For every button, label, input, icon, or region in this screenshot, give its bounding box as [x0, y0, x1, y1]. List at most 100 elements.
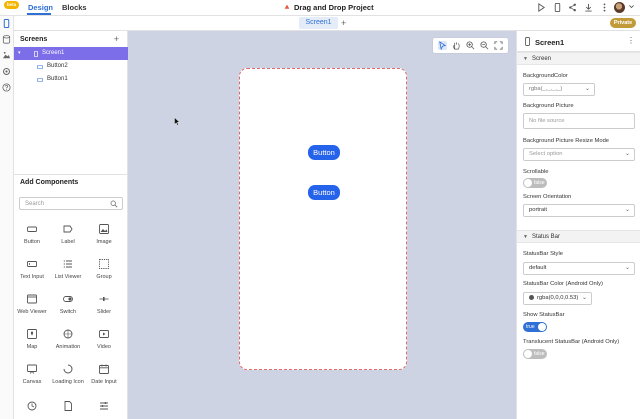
- file-icon: [64, 401, 72, 411]
- button-component-icon: [37, 77, 43, 82]
- color-swatch: [529, 294, 534, 300]
- scrollable-toggle[interactable]: false: [523, 178, 547, 188]
- more-vertical-icon[interactable]: [600, 3, 609, 12]
- component-web-viewer[interactable]: Web Viewer: [14, 294, 50, 316]
- component-map[interactable]: Map: [14, 329, 50, 351]
- app-button-button1[interactable]: Button: [308, 185, 340, 200]
- add-screen-plus-button[interactable]: +: [114, 34, 119, 44]
- chevron-down-icon: ⌄: [624, 265, 630, 271]
- background-color-picker[interactable]: rgba(_,_,_,_) ⌄: [523, 83, 595, 96]
- tab-design-underline: [27, 13, 51, 15]
- resize-mode-select[interactable]: Select option ⌄: [523, 148, 635, 161]
- help-icon[interactable]: [2, 83, 11, 92]
- background-picture-input[interactable]: No file source: [523, 113, 635, 129]
- media-icon[interactable]: [2, 51, 11, 60]
- component-search-input[interactable]: Search: [19, 197, 123, 210]
- component-video[interactable]: Video: [86, 329, 122, 351]
- tree-item-screen1[interactable]: ▾ Screen1: [14, 47, 128, 60]
- private-button[interactable]: Private: [610, 18, 636, 28]
- properties-title: Screen1: [535, 38, 565, 47]
- component-loading-icon[interactable]: Loading Icon: [50, 364, 86, 386]
- search-icon: [110, 200, 118, 208]
- button-icon: [27, 226, 37, 232]
- map-icon: [27, 329, 37, 339]
- component-slider[interactable]: Slider: [86, 294, 122, 316]
- share-icon[interactable]: [568, 3, 577, 12]
- slider-icon: [99, 297, 109, 301]
- select-tool-icon[interactable]: [438, 41, 447, 51]
- translucent-statusbar-toggle[interactable]: false: [523, 349, 547, 359]
- zoom-in-icon[interactable]: [466, 41, 475, 50]
- project-logo-icon: [284, 4, 290, 9]
- scrollable-label: Scrollable: [523, 169, 549, 175]
- statusbar-style-value: default: [529, 265, 547, 271]
- component-text-input[interactable]: Text Input: [14, 259, 50, 281]
- app-button-button2[interactable]: Button: [308, 145, 340, 160]
- download-icon[interactable]: [584, 3, 593, 12]
- component-date-input[interactable]: Date Input: [86, 364, 122, 386]
- statusbar-style-select[interactable]: default ⌄: [523, 262, 635, 275]
- chevron-down-icon[interactable]: [627, 3, 636, 12]
- tree-item-button1[interactable]: Button1: [14, 73, 128, 86]
- toggle-state: false: [534, 179, 545, 186]
- component-label-item[interactable]: Label: [50, 224, 86, 246]
- component-label: Button: [24, 239, 40, 245]
- project-title: Drag and Drop Project: [294, 3, 374, 12]
- component-label: Map: [26, 344, 38, 350]
- statusbar-color-picker[interactable]: rgba(0,0,0,0.53) ⌄: [523, 292, 592, 305]
- show-statusbar-toggle[interactable]: true: [523, 322, 547, 332]
- screen-tab-screen1[interactable]: Screen1: [299, 17, 338, 29]
- more-vertical-icon[interactable]: ⋮: [627, 36, 635, 45]
- video-icon: [99, 330, 109, 338]
- orientation-select[interactable]: portrait ⌄: [523, 204, 635, 217]
- left-icon-rail: [0, 16, 14, 419]
- tab-blocks[interactable]: Blocks: [62, 3, 87, 12]
- section-status-bar-header[interactable]: ▼ Status Bar: [517, 230, 640, 243]
- avatar[interactable]: [614, 2, 625, 13]
- tab-design[interactable]: Design: [28, 3, 53, 12]
- tree-item-button2[interactable]: Button2: [14, 60, 128, 73]
- component-label: Canvas: [22, 379, 42, 385]
- component-form-item[interactable]: [86, 401, 122, 411]
- zoom-out-icon[interactable]: [480, 41, 489, 50]
- background-color-label: BackgroundColor: [523, 73, 568, 79]
- add-components-heading: Add Components: [20, 179, 79, 186]
- component-image[interactable]: Image: [86, 224, 122, 246]
- list-icon: [63, 260, 72, 268]
- collapse-arrow-icon[interactable]: ▾: [18, 47, 21, 60]
- add-screen-button[interactable]: +: [341, 17, 346, 29]
- canvas-toolbar: [433, 38, 508, 53]
- show-statusbar-label: Show StatusBar: [523, 312, 565, 318]
- screen-design-icon[interactable]: [2, 18, 11, 29]
- toggle-knob: [538, 323, 546, 331]
- component-button[interactable]: Button: [14, 224, 50, 246]
- image-icon: [99, 224, 109, 234]
- animation-icon: [63, 329, 73, 339]
- play-icon[interactable]: [537, 3, 546, 12]
- search-placeholder: Search: [25, 201, 45, 207]
- component-label: Text Input: [20, 274, 44, 280]
- component-time-input[interactable]: [14, 401, 50, 411]
- settings-icon[interactable]: [2, 67, 11, 76]
- hand-tool-icon[interactable]: [452, 41, 461, 50]
- database-icon[interactable]: [2, 35, 11, 44]
- fit-screen-icon[interactable]: [494, 41, 503, 50]
- chevron-down-icon: ⌄: [581, 295, 587, 301]
- device-icon[interactable]: [553, 3, 562, 12]
- component-list-viewer[interactable]: List Viewer: [50, 259, 86, 281]
- component-label: Loading Icon: [52, 379, 84, 385]
- component-file-item[interactable]: [50, 401, 86, 411]
- component-label: Web Viewer: [17, 309, 47, 315]
- mouse-cursor-icon: [174, 117, 180, 126]
- chevron-down-icon: ⌄: [624, 207, 630, 213]
- component-switch[interactable]: Switch: [50, 294, 86, 316]
- design-canvas[interactable]: Button Button: [128, 31, 516, 419]
- component-canvas[interactable]: Canvas: [14, 364, 50, 386]
- phone-preview-screen1[interactable]: Button Button: [239, 68, 407, 370]
- translucent-statusbar-label: Translucent StatusBar (Android Only): [523, 339, 620, 345]
- form-icon: [100, 402, 108, 410]
- section-screen-header[interactable]: ▼ Screen: [517, 52, 640, 65]
- component-group[interactable]: Group: [86, 259, 122, 281]
- collapse-arrow-icon: ▼: [523, 56, 528, 62]
- component-animation[interactable]: Animation: [50, 329, 86, 351]
